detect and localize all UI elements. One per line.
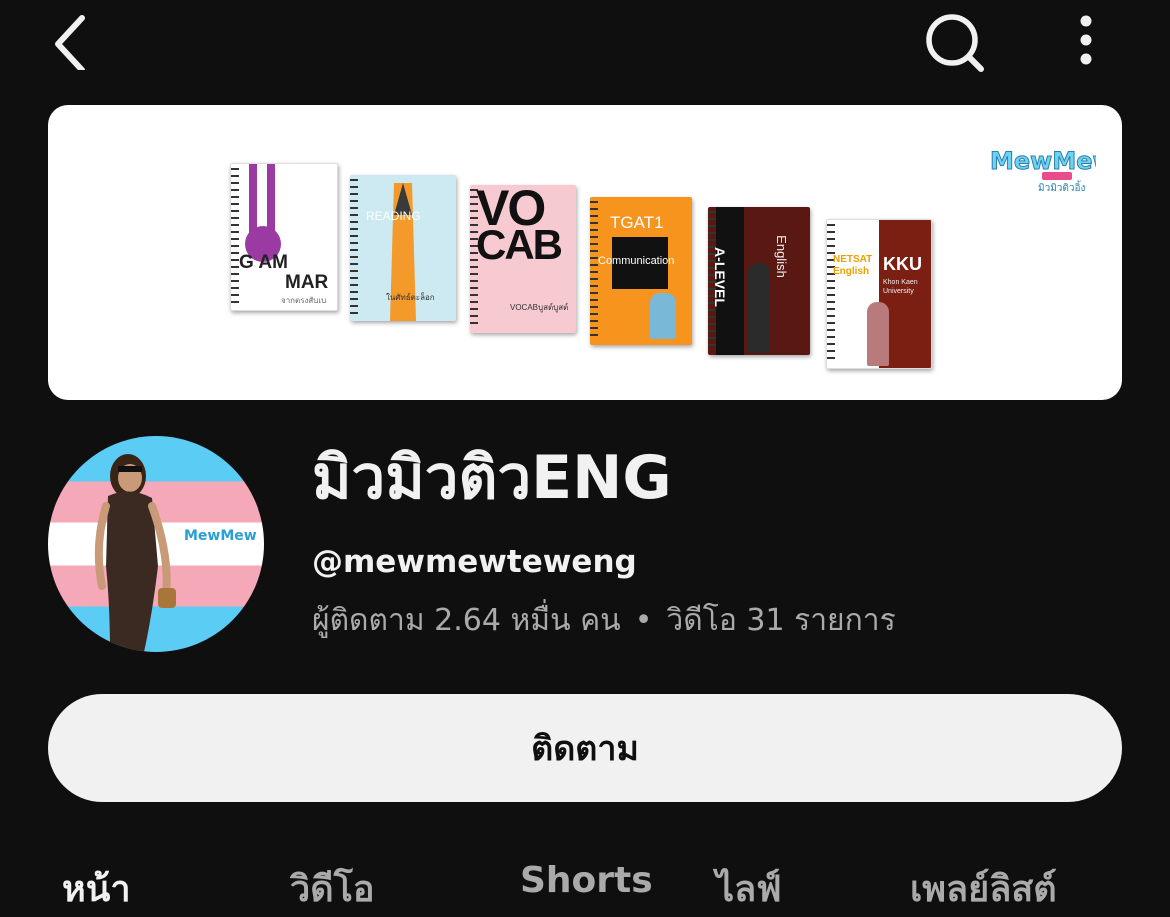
svg-text:MewMew: MewMew: [990, 147, 1096, 175]
banner-book-tgat: TGAT1 Communication: [590, 197, 692, 345]
top-app-bar: [0, 0, 1170, 90]
avatar-person-photo: [94, 454, 176, 652]
book-title-line2: MAR: [285, 272, 329, 293]
tab-live[interactable]: ไลฟ์: [716, 860, 782, 917]
tab-playlists[interactable]: เพลย์ลิสต์: [910, 860, 1057, 917]
book-caption: Khon Kaen University: [883, 279, 918, 295]
book-title-line1: G AM: [239, 252, 288, 273]
banner-book-alevel: A-LEVEL English: [708, 207, 810, 355]
channel-name: มิวมิวติวENG: [312, 443, 672, 513]
banner-book-grammar: G AM MAR จากตรงสับเบ: [230, 163, 338, 311]
book-subtitle: จากตรงสับเบ: [281, 296, 327, 305]
book-subtitle: ในศัทธ์ตะล็อก: [386, 293, 435, 302]
brand-caption: มิวมิวติวอิ้ง: [1038, 183, 1086, 194]
back-button[interactable]: [40, 8, 100, 73]
book-title: READING: [366, 209, 421, 223]
video-count: วิดีโอ 31 รายการ: [666, 603, 896, 638]
avatar-brand-logo: MewMew: [184, 528, 257, 544]
more-options-button[interactable]: [1062, 8, 1110, 72]
book-title-line2: CAB: [476, 221, 563, 268]
search-icon: [926, 14, 984, 72]
banner-book-reading: READING ในศัทธ์ตะล็อก: [350, 175, 456, 321]
stats-separator: •: [634, 603, 653, 638]
subscriber-count: ผู้ติดตาม 2.64 หมื่น คน: [312, 603, 621, 638]
book-title: NETSAT English: [833, 254, 873, 277]
tab-home[interactable]: หน้า: [62, 860, 131, 917]
book-title: A-LEVEL: [711, 247, 728, 307]
channel-banner: G AM MAR จากตรงสับเบ READING ในศัทธ์ตะล็…: [48, 105, 1122, 400]
channel-tabs: หน้า วิดีโอ Shorts ไลฟ์ เพลย์ลิสต์: [0, 852, 1170, 910]
search-button[interactable]: [918, 4, 990, 76]
channel-avatar[interactable]: MewMew: [48, 436, 264, 652]
channel-handle: @mewmewteweng: [312, 544, 637, 580]
book-subtitle: Communication: [598, 255, 675, 267]
banner-book-vocab: VO CAB VOCABบูสต์บูสต์: [470, 185, 576, 333]
book-subtitle: KKU: [883, 254, 922, 274]
brand-logo: MewMew มิวมิวติวอิ้ง: [986, 141, 1116, 199]
channel-stats: ผู้ติดตาม 2.64 หมื่น คน • วิดีโอ 31 รายการ: [312, 598, 896, 644]
banner-book-netsat-kku: NETSAT English KKU Khon Kaen University: [826, 219, 932, 369]
tab-shorts[interactable]: Shorts: [520, 860, 653, 901]
subscribe-button[interactable]: ติดตาม: [48, 694, 1122, 802]
chevron-left-icon: [55, 15, 85, 73]
more-vertical-icon: [1080, 15, 1092, 65]
book-title: TGAT1: [610, 213, 664, 232]
book-subtitle: English: [773, 235, 789, 278]
book-subtitle: VOCABบูสต์บูสต์: [510, 303, 569, 312]
tab-videos[interactable]: วิดีโอ: [290, 860, 375, 917]
